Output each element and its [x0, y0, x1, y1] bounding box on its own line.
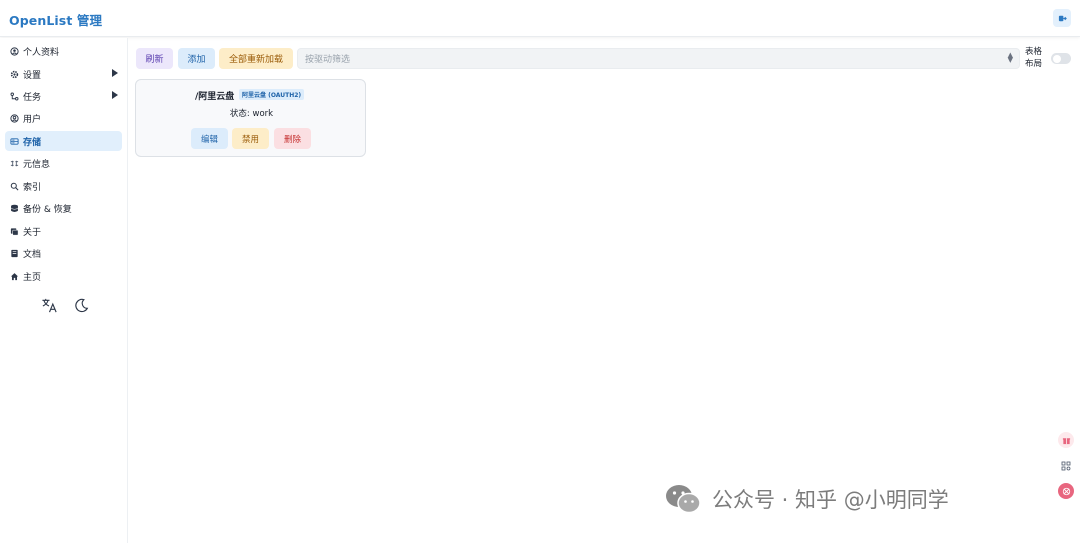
apps-grid-icon	[1061, 461, 1071, 471]
sidebar-item-label: 任务	[23, 92, 42, 103]
gear-icon	[9, 69, 19, 79]
sidebar-item-meta[interactable]: 元信息	[5, 153, 122, 173]
sidebar-item-storage[interactable]: 存储	[5, 131, 122, 151]
sidebar-item-label: 元信息	[23, 159, 51, 170]
reload-all-button[interactable]: 全部重新加载	[219, 48, 293, 69]
disable-button[interactable]: 禁用	[232, 128, 269, 149]
table-layout-label: 表格布局	[1025, 47, 1043, 69]
watermark: 公众号 · 知乎 @小明同学	[664, 482, 949, 516]
chevron-right-icon	[112, 69, 118, 77]
task-icon	[9, 91, 19, 101]
sidebar-item-label: 用户	[23, 114, 42, 125]
sidebar-tools	[40, 296, 90, 314]
database-icon	[9, 203, 19, 213]
storage-card: /阿里云盘 阿里云盘 (OAUTH2) 状态: work 编辑 禁用 删除	[135, 79, 366, 157]
sidebar-item-label: 存储	[23, 137, 42, 148]
sidebar-item-tasks[interactable]: 任务	[5, 86, 122, 106]
delete-button[interactable]: 删除	[274, 128, 311, 149]
refresh-button[interactable]: 刷新	[136, 48, 173, 69]
sidebar-item-about[interactable]: 关于	[5, 221, 122, 241]
watermark-text: 公众号 · 知乎 @小明同学	[712, 488, 949, 512]
apps-float-button[interactable]	[1058, 458, 1074, 474]
feedback-icon	[1062, 487, 1070, 495]
driver-badge: 阿里云盘 (OAUTH2)	[239, 89, 305, 100]
search-icon	[9, 181, 19, 191]
sidebar-item-label: 备份 & 恢复	[23, 204, 72, 215]
sidebar-item-profile[interactable]: 个人资料	[5, 41, 122, 61]
sidebar-item-backup[interactable]: 备份 & 恢复	[5, 198, 122, 218]
table-layout-toggle[interactable]	[1051, 53, 1071, 64]
translate-icon[interactable]	[40, 296, 58, 314]
wechat-icon	[666, 485, 701, 514]
sidebar-item-docs[interactable]: 文档	[5, 243, 122, 263]
sidebar-item-users[interactable]: 用户	[5, 108, 122, 128]
select-updown-icon: ▲ ▼	[1007, 51, 1013, 64]
feedback-float-button[interactable]	[1058, 483, 1074, 499]
user-circle-icon	[9, 46, 19, 56]
sidebar-item-label: 文档	[23, 249, 42, 260]
sidebar-item-label: 设置	[23, 70, 42, 81]
meta-icon	[9, 158, 19, 168]
gift-float-button[interactable]	[1058, 432, 1074, 448]
sidebar-item-label: 个人资料	[23, 47, 60, 58]
user-icon	[9, 113, 19, 123]
gift-icon	[1062, 437, 1070, 444]
book-icon	[9, 248, 19, 258]
top-header: OpenList 管理	[0, 0, 1080, 37]
logout-button[interactable]	[1053, 9, 1071, 27]
logout-icon	[1058, 15, 1067, 21]
sidebar-item-label: 关于	[23, 227, 42, 238]
moon-icon[interactable]	[72, 296, 90, 314]
add-button[interactable]: 添加	[178, 48, 215, 69]
storage-mount-path: /阿里云盘	[195, 92, 235, 102]
driver-filter-select[interactable]: 按驱动筛选 ▲ ▼	[297, 48, 1020, 69]
sidebar-item-label: 索引	[23, 182, 42, 193]
home-icon	[9, 271, 19, 281]
sidebar-item-label: 主页	[23, 272, 42, 283]
storage-status: 状态: work	[229, 109, 274, 119]
sidebar-item-settings[interactable]: 设置	[5, 64, 122, 84]
sidebar-item-index[interactable]: 索引	[5, 176, 122, 196]
edit-button[interactable]: 编辑	[191, 128, 228, 149]
sidebar: 个人资料 设置 任务 用户 存储 元信息 索引 备份 & 恢复 关于 文档 主页	[0, 38, 128, 543]
about-icon	[9, 226, 19, 236]
sidebar-item-home[interactable]: 主页	[5, 266, 122, 286]
app-title: OpenList 管理	[9, 13, 103, 28]
chevron-right-icon	[112, 91, 118, 99]
storage-icon	[9, 136, 19, 146]
driver-filter-placeholder: 按驱动筛选	[305, 55, 351, 65]
